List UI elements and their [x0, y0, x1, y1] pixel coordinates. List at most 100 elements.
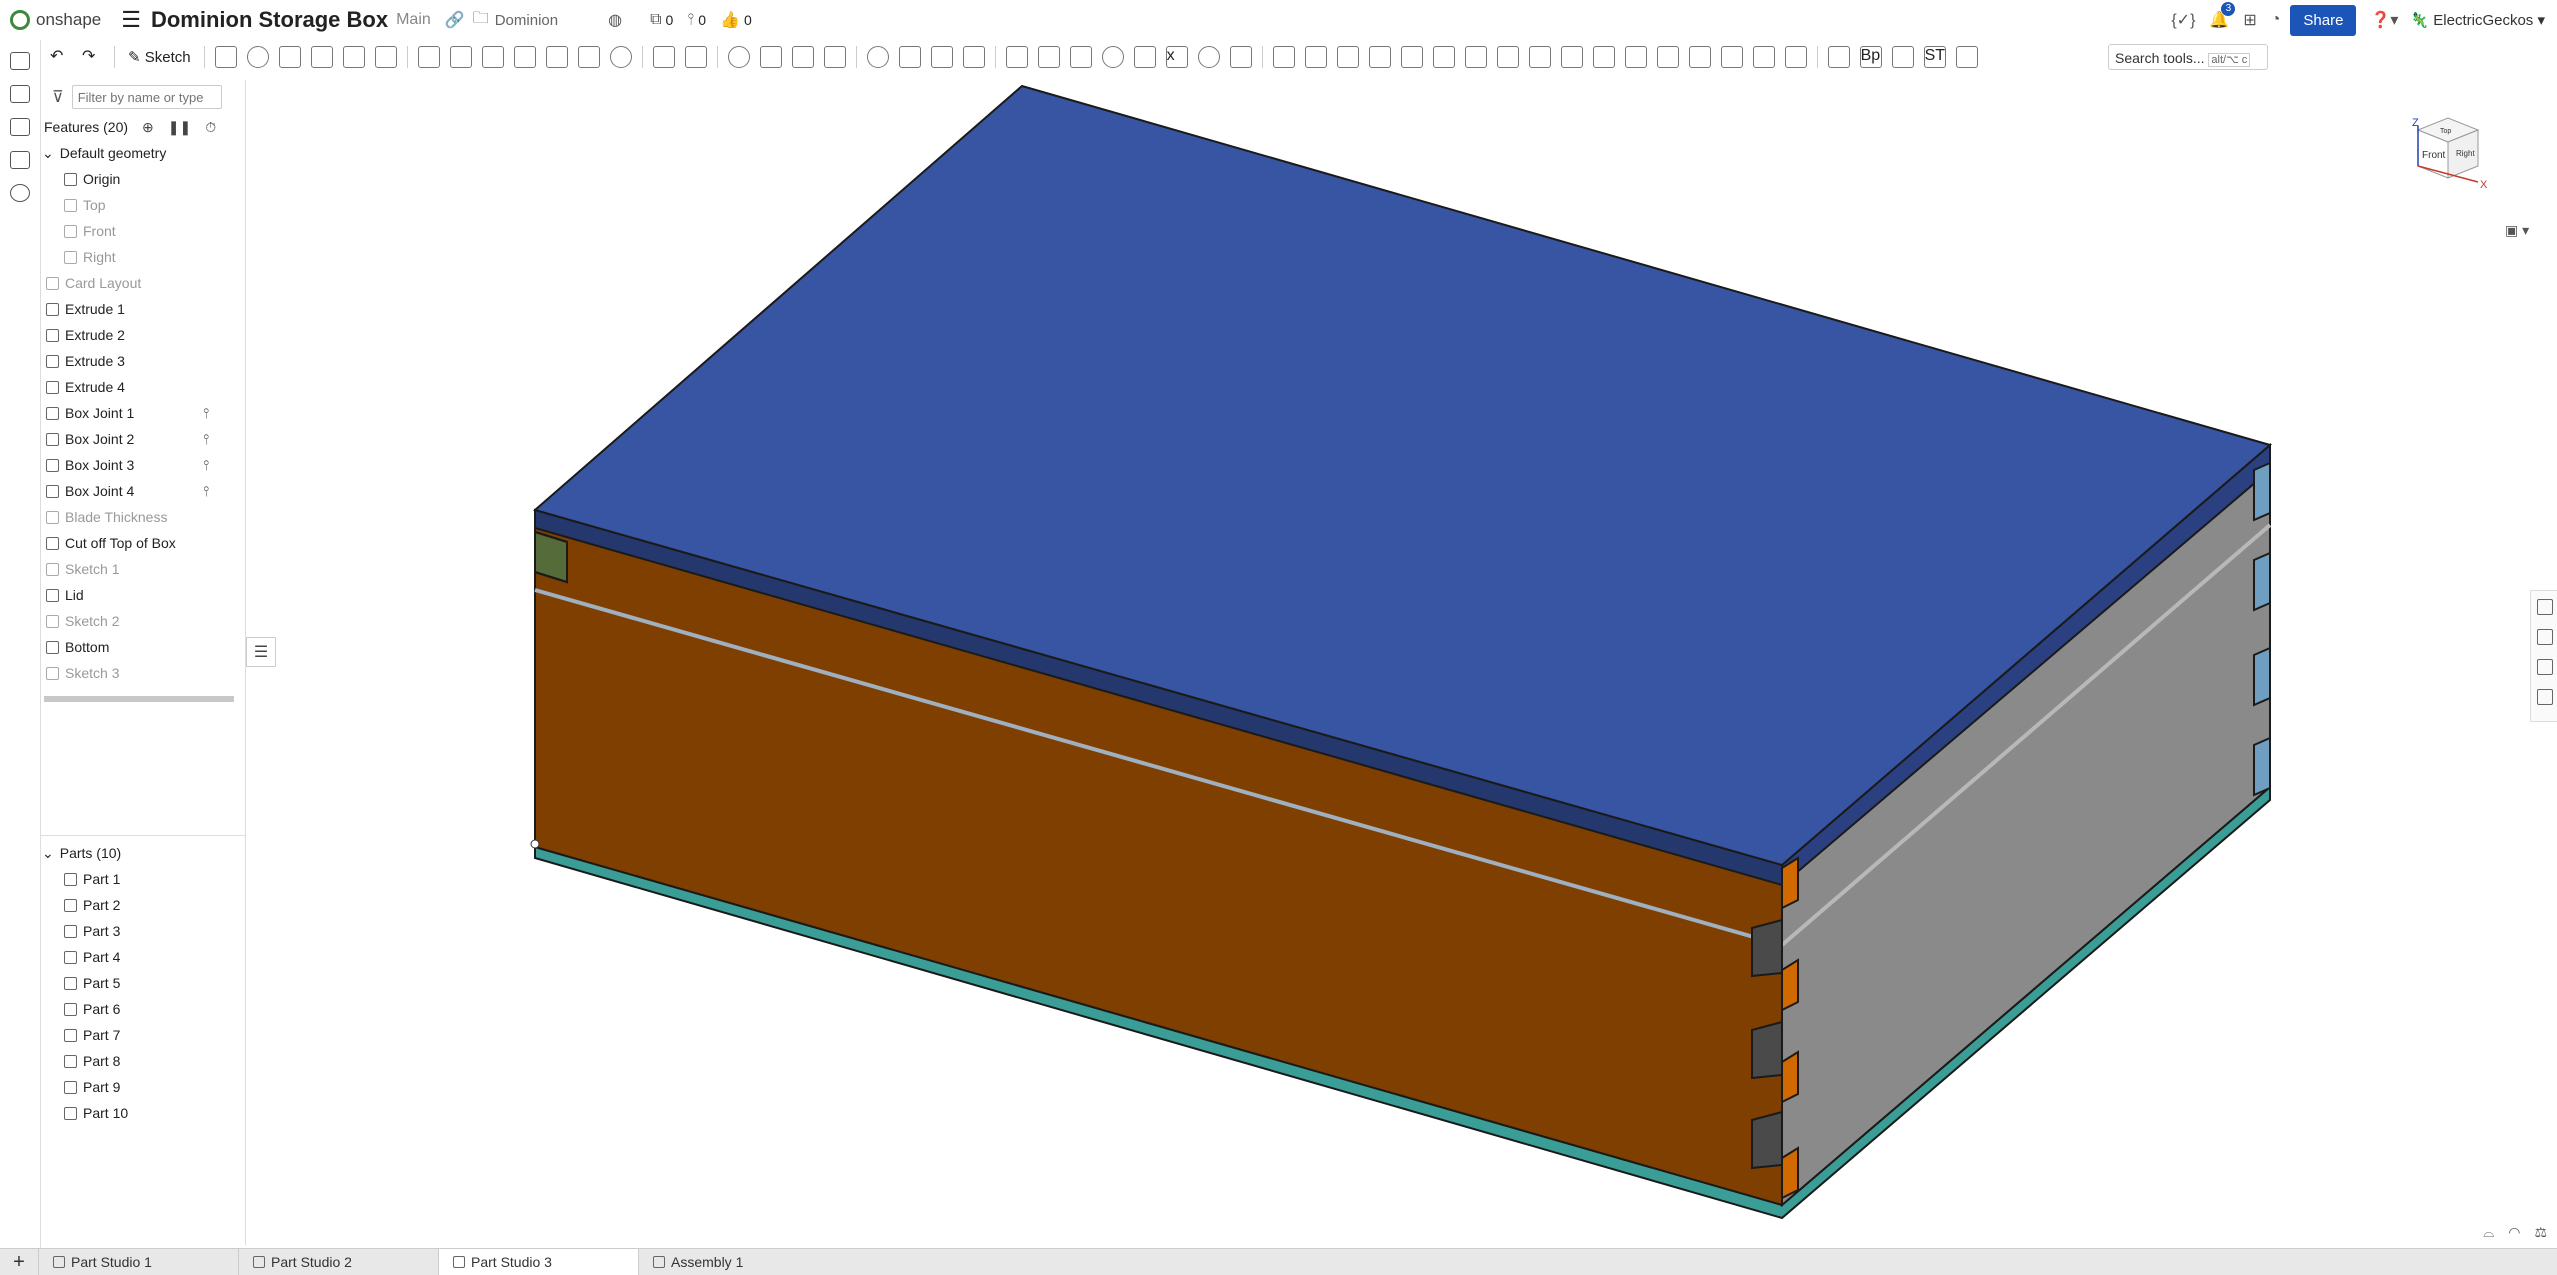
feature-item[interactable]: Blade Thickness: [40, 504, 245, 530]
curve-icon[interactable]: [1133, 46, 1156, 68]
part-item[interactable]: Part 10: [40, 1100, 245, 1126]
feature-item[interactable]: Bottom: [40, 634, 245, 660]
feature-item[interactable]: Cut off Top of Box: [40, 530, 245, 556]
extrude-icon[interactable]: [214, 46, 237, 68]
box-joint-notch[interactable]: [1751, 1110, 1783, 1170]
part-item[interactable]: Part 3: [40, 918, 245, 944]
variables-panel-icon[interactable]: [2537, 689, 2553, 705]
feature-item[interactable]: Sketch 2: [40, 608, 245, 634]
feature-item[interactable]: Box Joint 2 ⫯: [40, 426, 245, 452]
part-item[interactable]: Part 7: [40, 1022, 245, 1048]
measure-icon[interactable]: ⌓: [2483, 1224, 2494, 1241]
box-joint-tab-side[interactable]: [2253, 646, 2271, 707]
feature-item[interactable]: Right: [40, 244, 245, 270]
plane-icon[interactable]: [1005, 46, 1028, 68]
form-icon[interactable]: [1464, 46, 1487, 68]
feature-item[interactable]: Sketch 1: [40, 556, 245, 582]
mirror-icon[interactable]: [684, 46, 707, 68]
helix-icon[interactable]: [1101, 46, 1124, 68]
box-joint-tab-side[interactable]: [2253, 461, 2271, 522]
mass-properties-icon[interactable]: ⚖: [2534, 1224, 2547, 1241]
replace-face-icon[interactable]: [962, 46, 985, 68]
feature-list-icon[interactable]: [10, 52, 30, 70]
add-custom-icon[interactable]: [1955, 46, 1978, 68]
globe-icon[interactable]: ◍: [608, 10, 622, 30]
shell-icon[interactable]: [545, 46, 568, 68]
trim-icon[interactable]: [1592, 46, 1615, 68]
undo-icon[interactable]: ↶: [50, 46, 72, 68]
share-button[interactable]: Share: [2290, 4, 2357, 36]
box-joint-finger[interactable]: [1781, 1050, 1799, 1104]
box-joint-finger[interactable]: [1781, 958, 1799, 1012]
part-item[interactable]: Part 4: [40, 944, 245, 970]
enclose-icon[interactable]: [374, 46, 397, 68]
history-icon[interactable]: [10, 184, 30, 202]
box-joint-notch[interactable]: [1751, 1020, 1783, 1080]
box-joint-tab[interactable]: [534, 530, 568, 584]
like-icon[interactable]: 👍: [720, 10, 740, 30]
appearance-panel-icon[interactable]: [2537, 629, 2553, 645]
cut-list-icon[interactable]: [1624, 46, 1647, 68]
menu-icon[interactable]: ☰: [121, 7, 141, 33]
delete-part-icon[interactable]: [823, 46, 846, 68]
origin-marker[interactable]: [530, 839, 540, 849]
mate-connector-icon[interactable]: ⫯: [203, 478, 209, 504]
feature-item[interactable]: Lid: [40, 582, 245, 608]
mate-connector-icon[interactable]: [1037, 46, 1060, 68]
configurations-icon[interactable]: [2537, 659, 2553, 675]
tab-icon[interactable]: [1368, 46, 1391, 68]
feature-item[interactable]: Extrude 4: [40, 374, 245, 400]
cylinder-icon[interactable]: [609, 46, 632, 68]
add-folder-icon[interactable]: ⊕: [142, 119, 154, 136]
corner-icon[interactable]: [1400, 46, 1423, 68]
hole-icon[interactable]: [577, 46, 600, 68]
branch-label[interactable]: Main: [396, 11, 431, 29]
mate-connector-icon[interactable]: ⫯: [203, 452, 209, 478]
feature-item[interactable]: Extrude 1: [40, 296, 245, 322]
graphics-viewport[interactable]: [246, 76, 2536, 1246]
bp-icon[interactable]: Bp: [1859, 46, 1882, 68]
pattern-icon[interactable]: [652, 46, 675, 68]
surface-icon[interactable]: [1656, 46, 1679, 68]
box-joint-finger[interactable]: [1781, 1146, 1799, 1200]
search-tools-input[interactable]: Search tools... alt/⌥ c: [2108, 44, 2268, 70]
learning-icon[interactable]: ◔: [2271, 11, 2281, 29]
tag-icon[interactable]: [1229, 46, 1252, 68]
rollback-bar[interactable]: [44, 696, 234, 702]
feature-item[interactable]: Box Joint 3 ⫯: [40, 452, 245, 478]
feature-item[interactable]: Origin: [40, 166, 245, 192]
apps-icon[interactable]: ⊞: [2243, 10, 2256, 30]
fill-icon[interactable]: [1688, 46, 1711, 68]
feature-item[interactable]: Box Joint 1 ⫯: [40, 400, 245, 426]
pause-icon[interactable]: ❚❚: [168, 119, 191, 136]
section-icon[interactable]: [1069, 46, 1092, 68]
tab-item[interactable]: Part Studio 3: [438, 1249, 638, 1275]
feature-item[interactable]: Box Joint 4 ⫯: [40, 478, 245, 504]
part-item[interactable]: Part 1: [40, 866, 245, 892]
mate-connector-icon[interactable]: ⫯: [203, 400, 209, 426]
onshape-logo[interactable]: onshape: [10, 10, 101, 30]
tab-item[interactable]: Part Studio 2: [238, 1249, 438, 1275]
user-menu[interactable]: 🦎 ElectricGeckos ▾: [2410, 11, 2545, 29]
mate-connector-icon[interactable]: ⫯: [203, 426, 209, 452]
box-joint-notch[interactable]: [1751, 918, 1783, 978]
feature-item[interactable]: Front: [40, 218, 245, 244]
default-geometry-group[interactable]: ⌄ Default geometry: [40, 140, 245, 166]
appearance-icon[interactable]: [10, 151, 30, 169]
offset-surface-icon[interactable]: [1752, 46, 1775, 68]
rib-icon[interactable]: [513, 46, 536, 68]
redo-icon[interactable]: ↷: [82, 46, 104, 68]
frame-icon[interactable]: [1528, 46, 1551, 68]
draft-icon[interactable]: [481, 46, 504, 68]
stopwatch-icon[interactable]: ⏱: [205, 119, 216, 136]
part-item[interactable]: Part 8: [40, 1048, 245, 1074]
move-face-icon[interactable]: [930, 46, 953, 68]
split-icon[interactable]: [759, 46, 782, 68]
chevron-down-icon[interactable]: ⌄: [42, 840, 54, 866]
branches-icon[interactable]: ⫯: [687, 11, 694, 29]
feature-item[interactable]: Extrude 3: [40, 348, 245, 374]
filter-icon[interactable]: ⊽: [52, 87, 64, 107]
hem-icon[interactable]: [1336, 46, 1359, 68]
notifications-icon[interactable]: 🔔 3: [2209, 2, 2236, 30]
chamfer-icon[interactable]: [449, 46, 472, 68]
